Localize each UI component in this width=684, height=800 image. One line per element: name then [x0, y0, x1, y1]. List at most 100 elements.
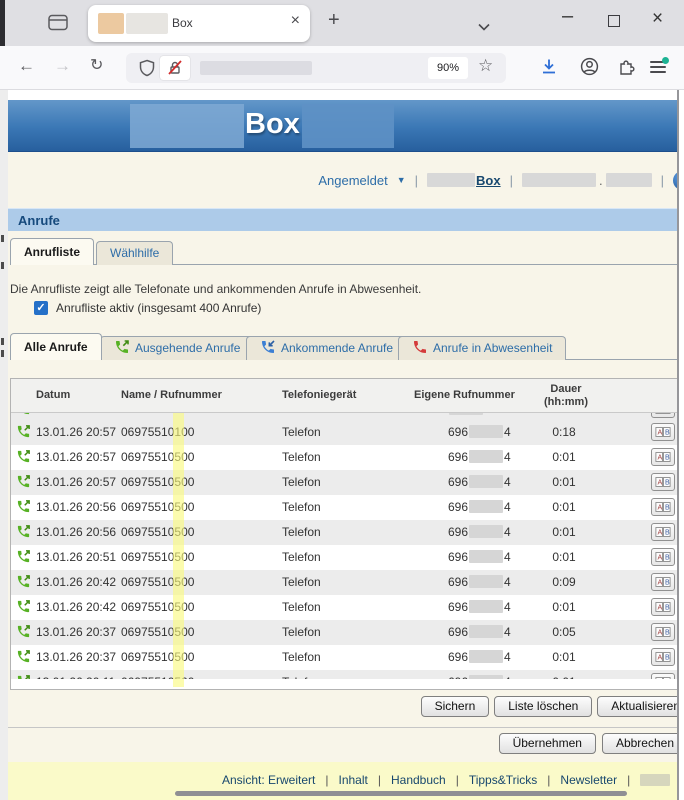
phonebook-button[interactable]: AB — [651, 523, 675, 541]
call-date: 13.01.26 20:56 — [36, 525, 116, 539]
footer-link-ansicht[interactable]: Ansicht: Erweitert — [222, 773, 315, 787]
logged-in-label[interactable]: Angemeldet — [318, 173, 387, 188]
browser-tab[interactable]: Box × — [88, 5, 310, 42]
window-right-edge — [677, 90, 679, 800]
outgoing-call-icon — [114, 339, 130, 355]
device-name: Telefon — [282, 650, 321, 664]
horizontal-scrollbar[interactable] — [175, 791, 627, 796]
filter-tab-ausgehend[interactable]: Ausgehende Anrufe — [100, 336, 254, 360]
caller-number: 06975510500 — [121, 475, 194, 489]
phonebook-button[interactable]: AB — [651, 673, 675, 679]
phonebook-button[interactable]: AB — [651, 648, 675, 666]
own-number: 6964 — [448, 500, 511, 514]
refresh-button[interactable]: Aktualisieren — [597, 696, 678, 717]
list-tabs-chevron-icon[interactable] — [478, 18, 490, 36]
call-duration: 0:01 — [539, 600, 589, 614]
phonebook-button[interactable]: AB — [651, 498, 675, 516]
extensions-icon[interactable] — [618, 58, 636, 81]
redacted-digits — [469, 650, 503, 663]
phonebook-button[interactable]: AB — [651, 573, 675, 591]
dropdown-arrow-icon[interactable]: ▼ — [397, 175, 406, 185]
forward-button: → — [54, 56, 71, 76]
back-button[interactable]: ← — [18, 56, 35, 76]
cancel-button[interactable]: Abbrechen — [602, 733, 678, 754]
filter-tab-ankommend[interactable]: Ankommende Anrufe — [246, 336, 407, 360]
phonebook-icon: AB — [655, 551, 671, 563]
missed-call-icon — [412, 339, 428, 355]
window-close-button[interactable]: × — [652, 8, 663, 30]
redacted-digits — [469, 475, 503, 488]
caller-number: 06975510500 — [121, 575, 194, 589]
redacted-favicon — [98, 13, 124, 34]
table-row: 13.01.26 20:11 06975510500 Telefon 6964 … — [11, 670, 678, 679]
footer-links: Ansicht: Erweitert | Inhalt | Handbuch |… — [222, 773, 670, 787]
caller-number: 06975510500 — [121, 600, 194, 614]
tab-anrufliste[interactable]: Anrufliste — [10, 238, 94, 265]
brand-banner: Box — [8, 100, 678, 152]
outgoing-call-icon — [16, 499, 31, 517]
bookmark-star-icon[interactable]: ☆ — [478, 56, 493, 76]
phonebook-button[interactable]: AB — [651, 598, 675, 616]
redacted-tab-title — [126, 13, 168, 34]
phonebook-button[interactable]: AB — [651, 623, 675, 641]
brand-logo-text: Box — [245, 108, 300, 141]
phonebook-button[interactable]: AB — [651, 548, 675, 566]
url-bar[interactable]: 90% ☆ — [126, 53, 506, 83]
call-date: 13.01.26 20:57 — [36, 425, 116, 439]
own-number: 6964 — [448, 675, 511, 679]
redacted-digits — [469, 450, 503, 463]
outgoing-call-icon — [16, 624, 31, 642]
outgoing-call-icon — [16, 413, 31, 419]
tab-close-icon[interactable]: × — [291, 12, 300, 30]
download-icon[interactable] — [540, 58, 558, 80]
filter-tab-label: Ausgehende Anrufe — [135, 341, 240, 355]
list-action-buttons: Sichern Liste löschen Aktualisieren — [421, 696, 678, 717]
svg-text:B: B — [665, 529, 670, 537]
redacted-digits — [469, 550, 503, 563]
minimize-button[interactable]: – — [562, 5, 573, 28]
tab-waehlhilfe[interactable]: Wählhilfe — [96, 241, 173, 265]
maximize-button[interactable] — [608, 15, 620, 27]
filter-tab-abwesenheit[interactable]: Anrufe in Abwesenheit — [398, 336, 566, 360]
shield-icon[interactable] — [138, 59, 156, 82]
blocked-lock-icon[interactable] — [160, 56, 190, 80]
clear-list-button[interactable]: Liste löschen — [494, 696, 592, 717]
header-duration: Dauer (hh:mm) — [535, 383, 597, 409]
outgoing-call-icon — [16, 599, 31, 617]
phonebook-button[interactable]: AB — [651, 473, 675, 491]
fritzbox-page: Box Angemeldet ▼ | Box | . | ? Anrufe An… — [8, 90, 678, 800]
call-date: 13.01.26 20:56 — [36, 500, 116, 514]
page-title: Anrufe — [18, 213, 60, 228]
footer-link-newsletter[interactable]: Newsletter — [560, 773, 617, 787]
divider — [8, 727, 678, 728]
name-dot: . — [599, 173, 603, 188]
filter-tab-alle[interactable]: Alle Anrufe — [10, 333, 102, 360]
save-button[interactable]: Sichern — [421, 696, 490, 717]
phonebook-icon: AB — [655, 501, 671, 513]
zoom-level-badge[interactable]: 90% — [428, 57, 468, 79]
table-row: 13.01.26 20:57 06975510100 Telefon 6964 … — [11, 420, 678, 445]
menu-icon[interactable] — [650, 61, 666, 75]
call-list-active-checkbox[interactable]: ✓ — [34, 301, 48, 315]
phonebook-button[interactable]: AB — [651, 423, 675, 441]
redacted-digits — [469, 425, 503, 438]
phonebook-button[interactable]: AB — [651, 413, 675, 418]
filter-tab-label: Ankommende Anrufe — [281, 341, 393, 355]
redacted-box-name — [427, 173, 475, 187]
account-icon[interactable] — [580, 57, 599, 81]
box-link[interactable]: Box — [476, 173, 501, 188]
reload-button[interactable]: ↻ — [90, 55, 103, 75]
new-tab-button[interactable]: + — [328, 9, 340, 32]
separator: | — [456, 773, 459, 787]
outgoing-call-icon — [16, 649, 31, 667]
footer-link-tipps[interactable]: Tipps&Tricks — [469, 773, 537, 787]
filter-tab-label: Anrufe in Abwesenheit — [433, 341, 552, 355]
table-row: 13.01.26 20:42 06975510500 Telefon 6964 … — [11, 595, 678, 620]
firefox-view-icon[interactable] — [48, 14, 68, 36]
phonebook-button[interactable]: AB — [651, 448, 675, 466]
footer-link-inhalt[interactable]: Inhalt — [339, 773, 368, 787]
footer-link-handbuch[interactable]: Handbuch — [391, 773, 446, 787]
phonebook-icon: AB — [655, 576, 671, 588]
apply-button[interactable]: Übernehmen — [499, 733, 596, 754]
caller-number: 06975510500 — [121, 550, 194, 564]
